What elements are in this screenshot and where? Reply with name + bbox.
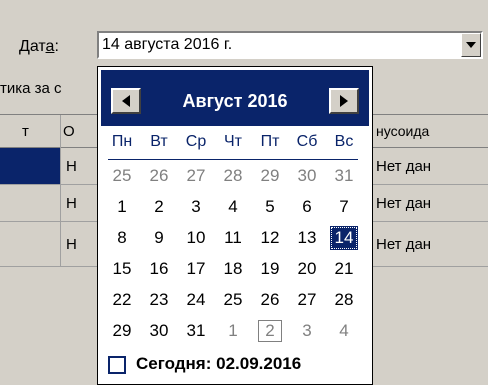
- calendar-day[interactable]: 19: [252, 257, 288, 281]
- weekday-separator: [108, 159, 358, 160]
- calendar-header: Август 2016: [101, 70, 369, 126]
- selected-day[interactable]: 14: [330, 226, 358, 250]
- date-label-text: Дат: [19, 38, 46, 55]
- today-marker-icon: [108, 356, 126, 374]
- weekday-header: Вс: [334, 133, 354, 150]
- calendar-day[interactable]: 29: [252, 164, 288, 188]
- calendar-day[interactable]: 4: [326, 319, 362, 343]
- calendar-day[interactable]: 2: [141, 195, 177, 219]
- table-cell[interactable]: Н: [66, 148, 96, 184]
- column-header[interactable]: т: [22, 115, 62, 147]
- calendar-day[interactable]: 10: [178, 226, 214, 250]
- calendar-day[interactable]: 7: [326, 195, 362, 219]
- month-title[interactable]: Август 2016: [141, 88, 329, 114]
- calendar-day[interactable]: 31: [178, 319, 214, 343]
- column-header[interactable]: нусоида: [376, 115, 488, 147]
- weekday-header: Чт: [224, 133, 242, 150]
- calendar-day[interactable]: 30: [141, 319, 177, 343]
- calendar-day[interactable]: 9: [141, 226, 177, 250]
- calendar-day[interactable]: 5: [252, 195, 288, 219]
- row-selected-cell[interactable]: [0, 148, 60, 184]
- calendar-day[interactable]: 8: [104, 226, 140, 250]
- table-cell[interactable]: Нет дан: [376, 222, 488, 266]
- calendar-day[interactable]: 24: [178, 288, 214, 312]
- calendar-day[interactable]: 23: [141, 288, 177, 312]
- calendar-day[interactable]: 1: [104, 195, 140, 219]
- column-divider: [60, 115, 61, 267]
- calendar-day[interactable]: 26: [252, 288, 288, 312]
- calendar-day[interactable]: 28: [326, 288, 362, 312]
- weekday-header: Вт: [150, 133, 168, 150]
- calendar-day[interactable]: 17: [178, 257, 214, 281]
- calendar-day[interactable]: 21: [326, 257, 362, 281]
- calendar-day[interactable]: 20: [289, 257, 325, 281]
- table-cell[interactable]: Нет дан: [376, 148, 488, 184]
- weekday-header: Сб: [296, 133, 318, 150]
- dropdown-button[interactable]: [461, 33, 481, 57]
- calendar-day[interactable]: 3: [289, 319, 325, 343]
- table-cell[interactable]: [0, 185, 60, 221]
- table-cell[interactable]: Нет дан: [376, 185, 488, 221]
- statistics-label: тика за с: [0, 80, 62, 97]
- calendar-day[interactable]: 15: [104, 257, 140, 281]
- calendar-day[interactable]: 4: [215, 195, 251, 219]
- calendar-day[interactable]: 28: [215, 164, 251, 188]
- calendar-day[interactable]: 22: [104, 288, 140, 312]
- prev-month-button[interactable]: [111, 88, 141, 114]
- date-combobox[interactable]: 14 августа 2016 г.: [97, 31, 483, 59]
- triangle-left-icon: [122, 95, 130, 107]
- weekday-header: Пт: [260, 133, 280, 150]
- next-month-button[interactable]: [329, 88, 359, 114]
- today-link[interactable]: Сегодня: 02.09.2016: [136, 354, 301, 374]
- calendar-day[interactable]: 12: [252, 226, 288, 250]
- date-label: Дата:: [19, 38, 59, 56]
- calendar-day[interactable]: 27: [178, 164, 214, 188]
- table-cell[interactable]: Н: [66, 222, 96, 266]
- calendar-day[interactable]: 3: [178, 195, 214, 219]
- weekday-header: Пн: [111, 133, 133, 150]
- table-cell[interactable]: Н: [66, 185, 96, 221]
- calendar-day[interactable]: 25: [104, 164, 140, 188]
- calendar-day[interactable]: 13: [289, 226, 325, 250]
- calendar-day[interactable]: 6: [289, 195, 325, 219]
- calendar-day[interactable]: 31: [326, 164, 362, 188]
- calendar-day[interactable]: 11: [215, 226, 251, 250]
- weekday-header: Ср: [185, 133, 207, 150]
- triangle-right-icon: [340, 95, 348, 107]
- calendar-day[interactable]: 1: [215, 319, 251, 343]
- date-label-colon: :: [54, 38, 59, 55]
- calendar-day[interactable]: 26: [141, 164, 177, 188]
- calendar-day[interactable]: 18: [215, 257, 251, 281]
- today-day[interactable]: 2: [257, 319, 283, 343]
- calendar-day[interactable]: 25: [215, 288, 251, 312]
- calendar-day[interactable]: 29: [104, 319, 140, 343]
- table-cell[interactable]: [0, 222, 60, 266]
- calendar-popup[interactable]: Август 2016 Сегодня: 02.09.2016 Пн Вт Ср Чт…: [97, 66, 373, 385]
- calendar-day[interactable]: 27: [289, 288, 325, 312]
- date-value: 14 августа 2016 г.: [102, 36, 233, 53]
- calendar-day[interactable]: 30: [289, 164, 325, 188]
- calendar-day[interactable]: 16: [141, 257, 177, 281]
- chevron-down-icon: [466, 42, 476, 48]
